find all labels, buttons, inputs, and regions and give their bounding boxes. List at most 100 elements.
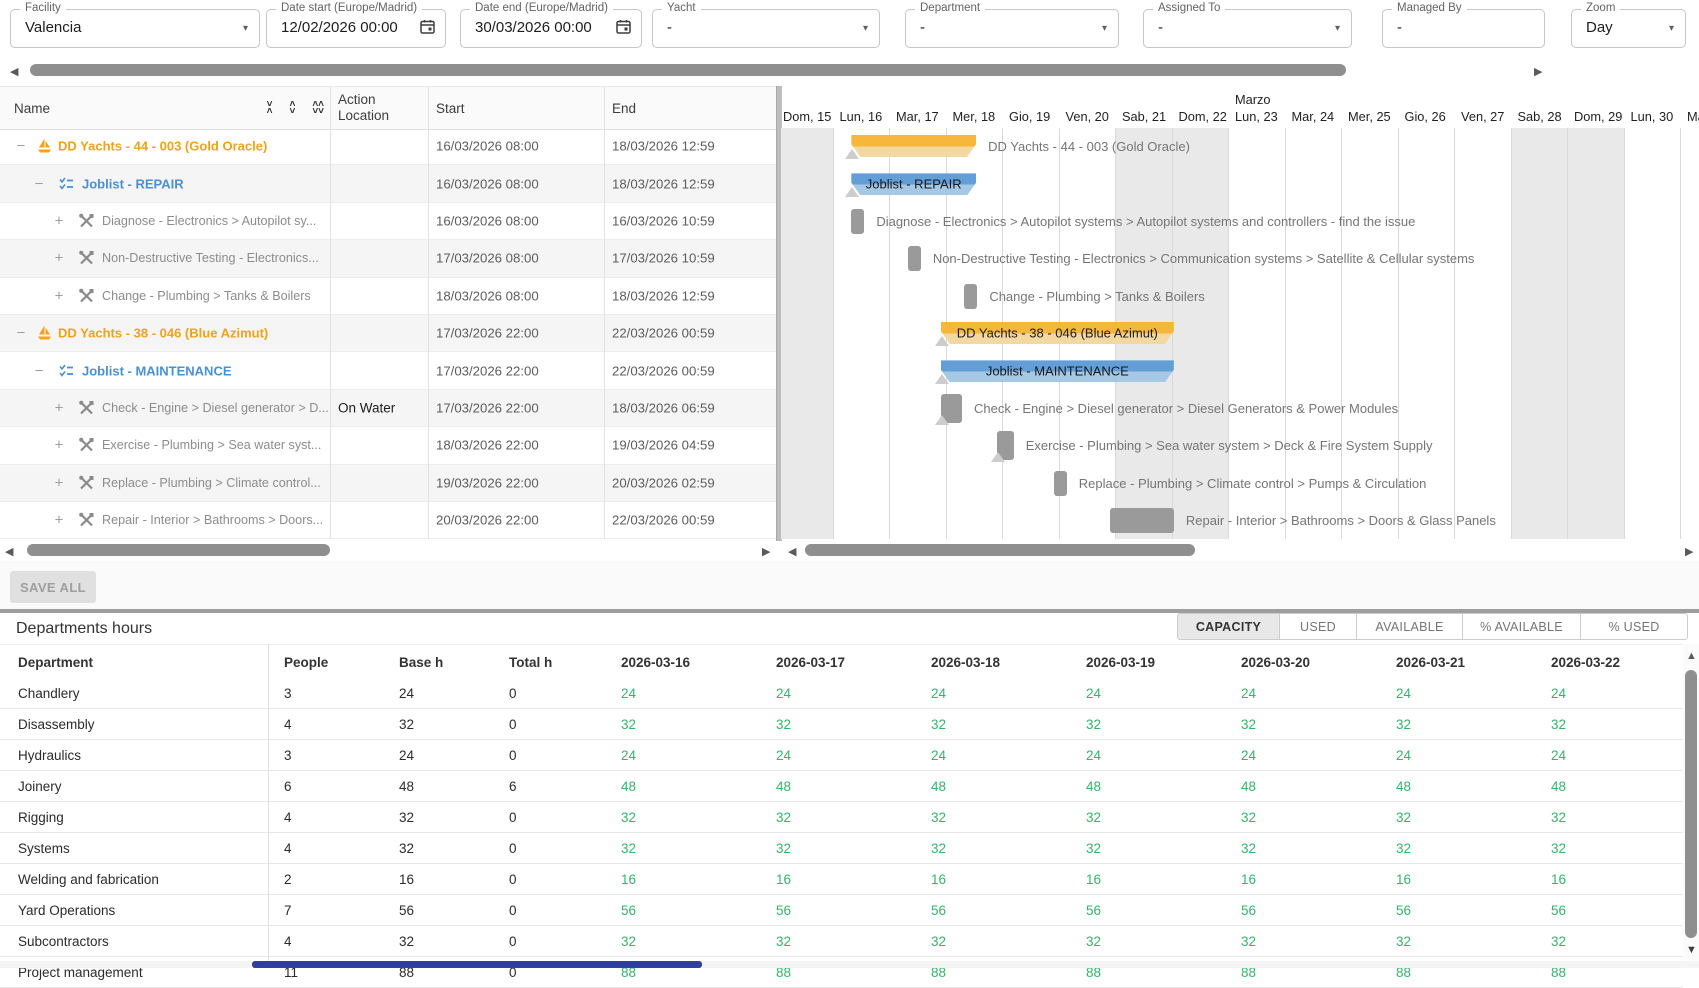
column-border — [330, 278, 331, 315]
chart-scroll-right-icon[interactable]: ▶ — [1685, 546, 1693, 558]
grid-scroll-left-icon[interactable]: ◀ — [5, 546, 13, 558]
column-header-action-location[interactable]: Action Location — [338, 87, 420, 129]
scroll-right-icon[interactable]: ▶ — [1534, 66, 1542, 78]
task-bar[interactable] — [964, 284, 977, 309]
collapse-icon[interactable]: − — [14, 325, 28, 342]
tab--available[interactable]: % AVAILABLE — [1463, 613, 1581, 640]
day-gridline — [1680, 128, 1681, 539]
scroll-up-icon[interactable]: ▲ — [1686, 650, 1697, 662]
row-start: 17/03/2026 22:00 — [436, 363, 539, 378]
tree-row[interactable]: +Replace - Plumbing > Climate control...… — [0, 465, 776, 502]
field-value: Valencia — [25, 19, 81, 36]
column-border — [604, 427, 605, 464]
row-end: 20/03/2026 02:59 — [612, 475, 715, 490]
grid-scroll-right-icon[interactable]: ▶ — [762, 546, 770, 558]
joblist-bar[interactable]: Joblist - MAINTENANCE — [941, 360, 1174, 382]
cell-value: 0 — [509, 709, 601, 740]
expand-icon[interactable]: + — [52, 250, 66, 267]
table-header-2026-03-22: 2026-03-22 — [1551, 645, 1679, 679]
tab-used[interactable]: USED — [1280, 613, 1357, 640]
toolbar-field-department[interactable]: Department-▾ — [905, 9, 1119, 48]
cell-value: 32 — [1551, 833, 1679, 864]
field-label: Managed By — [1392, 2, 1467, 14]
day-header-label: Sab, 21 — [1122, 109, 1166, 124]
chart-scroll-left-icon[interactable]: ◀ — [788, 546, 796, 558]
tab-capacity[interactable]: CAPACITY — [1177, 613, 1280, 640]
chart-hscroll-thumb[interactable] — [805, 544, 1195, 556]
field-label: Zoom — [1581, 2, 1620, 14]
expand-icon[interactable]: + — [52, 212, 66, 229]
chevron-down-icon[interactable]: ▾ — [1335, 23, 1340, 34]
column-header-end[interactable]: End — [612, 87, 768, 129]
tree-row[interactable]: +Repair - Interior > Bathrooms > Doors..… — [0, 502, 776, 539]
scroll-left-icon[interactable]: ◀ — [10, 66, 18, 78]
toolbar-field-assigned-to[interactable]: Assigned To-▾ — [1143, 9, 1352, 48]
collapse-icon[interactable]: − — [32, 362, 46, 379]
tree-row[interactable]: +Diagnose - Electronics > Autopilot sy..… — [0, 203, 776, 240]
tree-row[interactable]: −DD Yachts - 44 - 003 (Gold Oracle)16/03… — [0, 128, 776, 165]
table-hscrollbar[interactable] — [0, 961, 1699, 968]
chevron-down-icon[interactable]: ▾ — [863, 23, 868, 34]
tree-row[interactable]: −Joblist - REPAIR16/03/2026 08:0018/03/2… — [0, 165, 776, 202]
grid-hscroll-thumb[interactable] — [27, 544, 330, 556]
tree-row[interactable]: −DD Yachts - 38 - 046 (Blue Azimut)17/03… — [0, 315, 776, 352]
tree-row[interactable]: +Change - Plumbing > Tanks & Boilers18/0… — [0, 278, 776, 315]
cell-value: 32 — [1241, 926, 1376, 957]
tab--used[interactable]: % USED — [1581, 613, 1688, 640]
task-bar[interactable] — [851, 209, 864, 234]
collapse-icon[interactable]: − — [14, 138, 28, 155]
expand-icon[interactable]: + — [52, 399, 66, 416]
table-header-2026-03-20: 2026-03-20 — [1241, 645, 1376, 679]
parent-bar[interactable]: DD Yachts - 38 - 046 (Blue Azimut) — [941, 322, 1174, 344]
toolbar-field-date-end-europe-madrid-[interactable]: Date end (Europe/Madrid)30/03/2026 00:00 — [460, 9, 642, 48]
expand-icon[interactable]: + — [52, 437, 66, 454]
cell-value: 24 — [621, 740, 756, 771]
tree-row[interactable]: +Check - Engine > Diesel generator > D..… — [0, 390, 776, 427]
chevron-down-icon[interactable]: ▾ — [1669, 23, 1674, 34]
toolbar-field-date-start-europe-madrid-[interactable]: Date start (Europe/Madrid)12/02/2026 00:… — [266, 9, 446, 48]
field-label: Date start (Europe/Madrid) — [276, 2, 422, 14]
expand-icon[interactable]: + — [52, 512, 66, 529]
task-bar[interactable] — [1110, 508, 1174, 533]
calendar-icon[interactable] — [615, 18, 632, 40]
cell-value: 32 — [1086, 833, 1221, 864]
tab-available[interactable]: AVAILABLE — [1357, 613, 1463, 640]
toolbar-field-yacht[interactable]: Yacht-▾ — [652, 9, 880, 48]
cell-value: 32 — [1396, 833, 1531, 864]
expand-icon[interactable]: + — [52, 287, 66, 304]
day-header-label: Dom, 29 — [1574, 109, 1622, 124]
toolbar-field-managed-by[interactable]: Managed By- — [1382, 9, 1545, 48]
column-header-start[interactable]: Start — [436, 87, 596, 129]
cell-value: 0 — [509, 678, 601, 709]
cell-value: 0 — [509, 895, 601, 926]
save-all-button[interactable]: SAVE ALL — [10, 571, 96, 603]
bar-label: Repair - Interior > Bathrooms > Doors & … — [1186, 513, 1496, 528]
expand-icon[interactable]: + — [52, 474, 66, 491]
parent-bar[interactable] — [851, 135, 976, 157]
column-border — [428, 390, 429, 427]
expand-icon[interactable]: ˄˅ — [289, 101, 295, 115]
scrollbar-thumb[interactable] — [30, 64, 1346, 76]
timeline-hscrollbar-top[interactable]: ◀ ▶ — [0, 62, 1699, 82]
tree-row[interactable]: −Joblist - MAINTENANCE17/03/2026 22:0022… — [0, 352, 776, 389]
calendar-icon[interactable] — [419, 18, 436, 40]
chevron-down-icon[interactable]: ▾ — [1102, 23, 1107, 34]
cell-value: 24 — [621, 678, 756, 709]
toolbar-field-zoom[interactable]: ZoomDay▾ — [1571, 9, 1686, 48]
scroll-down-icon[interactable]: ▼ — [1686, 944, 1697, 956]
tree-row[interactable]: +Exercise - Plumbing > Sea water syst...… — [0, 427, 776, 464]
tree-row[interactable]: +Non-Destructive Testing - Electronics..… — [0, 240, 776, 277]
chevron-down-icon[interactable]: ▾ — [243, 23, 248, 34]
column-header-name[interactable]: Name˅˄˄˅˄˄˅˅ — [14, 87, 324, 129]
collapse-icon[interactable]: − — [32, 175, 46, 192]
task-bar[interactable] — [1054, 471, 1067, 496]
joblist-bar[interactable]: Joblist - REPAIR — [851, 173, 976, 195]
table-vscroll-thumb[interactable] — [1685, 670, 1697, 938]
table-header-2026-03-16: 2026-03-16 — [621, 645, 756, 679]
expand-all-icon[interactable]: ˄˄˅˅ — [312, 101, 324, 115]
toolbar-field-facility[interactable]: FacilityValencia▾ — [10, 9, 260, 48]
table-hscroll-thumb[interactable] — [252, 961, 702, 968]
collapse-all-icon[interactable]: ˅˄ — [267, 101, 273, 115]
task-bar[interactable] — [908, 246, 921, 271]
table-vscrollbar[interactable]: ▲ ▼ — [1683, 644, 1699, 968]
